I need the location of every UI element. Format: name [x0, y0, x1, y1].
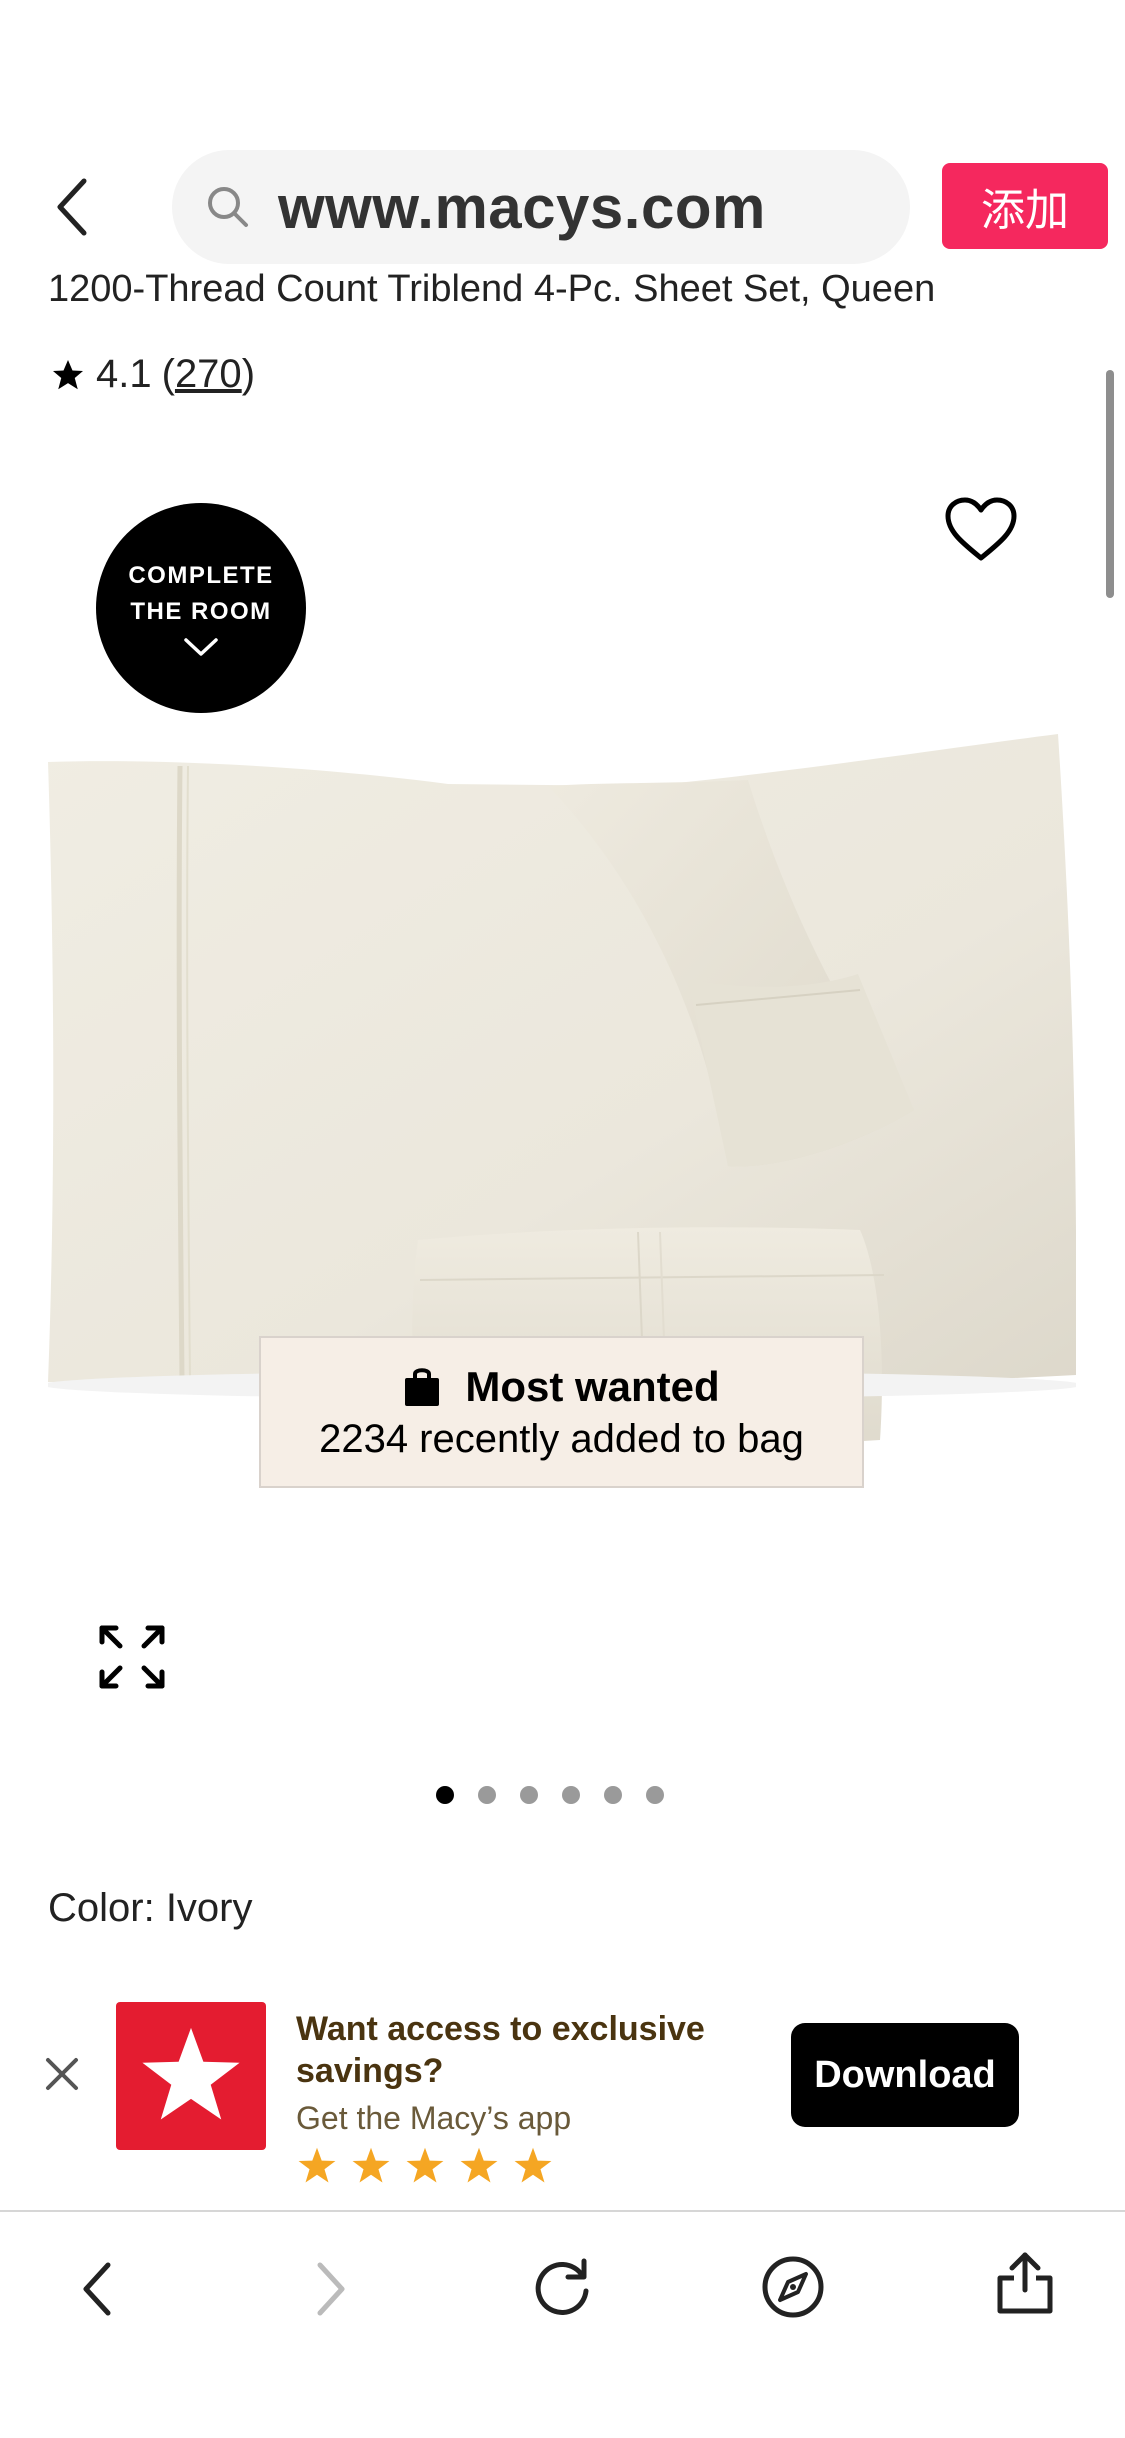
promo-title: Want access to exclusive savings? [296, 2010, 705, 2090]
favorite-button[interactable] [944, 496, 1018, 562]
fullscreen-button[interactable] [98, 1624, 166, 1690]
app-rating-stars [296, 2146, 554, 2186]
chevron-left-icon [83, 2262, 111, 2316]
rating-count-group[interactable]: (270) [162, 352, 255, 397]
star-logo-icon [142, 2027, 240, 2120]
back-button[interactable] [40, 170, 104, 244]
carousel-dots[interactable] [436, 1786, 664, 1804]
rating-count[interactable]: 270 [175, 352, 242, 396]
most-wanted-subtitle: 2234 recently added to bag [319, 1416, 804, 1461]
complete-the-room-button[interactable]: COMPLETE THE ROOM [96, 503, 306, 713]
chevron-right-icon [317, 2262, 345, 2316]
close-banner-button[interactable] [42, 2054, 82, 2094]
chevron-down-icon [184, 638, 218, 656]
carousel-dot[interactable] [562, 1786, 580, 1804]
star-icon [406, 2147, 444, 2183]
download-app-button[interactable]: Download [791, 2023, 1019, 2127]
expand-icon [99, 1625, 165, 1689]
scrollbar[interactable] [1106, 370, 1114, 598]
address-bar[interactable]: www.macys.com [172, 150, 910, 264]
carousel-dot[interactable] [604, 1786, 622, 1804]
rating-open-paren: ( [161, 352, 175, 396]
color-label: Color: Ivory [48, 1886, 253, 1930]
add-button[interactable]: 添加 [942, 163, 1108, 249]
star-icon [460, 2147, 498, 2183]
carousel-dot[interactable] [478, 1786, 496, 1804]
close-icon [46, 2058, 78, 2090]
share-button[interactable] [990, 2248, 1060, 2318]
rating-close-paren: ) [241, 352, 256, 396]
browser-toolbar [0, 2210, 1125, 2438]
product-rating[interactable]: 4.1 (270) [50, 352, 255, 397]
complete-the-room-line1: COMPLETE [128, 562, 274, 589]
complete-the-room-line2: THE ROOM [130, 598, 272, 625]
carousel-dot[interactable] [436, 1786, 454, 1804]
share-icon [997, 2252, 1053, 2314]
heart-icon [945, 497, 1017, 561]
browser-back-button[interactable] [62, 2254, 132, 2324]
star-icon [53, 359, 83, 389]
macys-app-icon [116, 2002, 266, 2150]
most-wanted-title: Most wanted [465, 1362, 720, 1410]
search-icon [208, 187, 248, 227]
compass-button[interactable] [758, 2252, 828, 2322]
carousel-dot[interactable] [646, 1786, 664, 1804]
reload-icon [535, 2258, 589, 2315]
most-wanted-badge: Most wanted 2234 recently added to bag [259, 1336, 864, 1488]
reload-button[interactable] [527, 2252, 597, 2322]
product-title: 1200-Thread Count Triblend 4-Pc. Sheet S… [48, 268, 936, 310]
promo-subtitle: Get the Macy’s app [296, 2100, 572, 2136]
url-text: www.macys.com [278, 173, 766, 241]
chevron-left-icon [57, 178, 87, 236]
shopping-bag-icon [405, 1367, 440, 1406]
carousel-dot[interactable] [520, 1786, 538, 1804]
browser-forward-button[interactable] [296, 2254, 366, 2324]
star-icon [514, 2147, 552, 2183]
rating-value: 4.1 [96, 352, 152, 396]
compass-icon [762, 2256, 824, 2318]
star-icon [352, 2147, 390, 2183]
star-icon [298, 2147, 336, 2183]
